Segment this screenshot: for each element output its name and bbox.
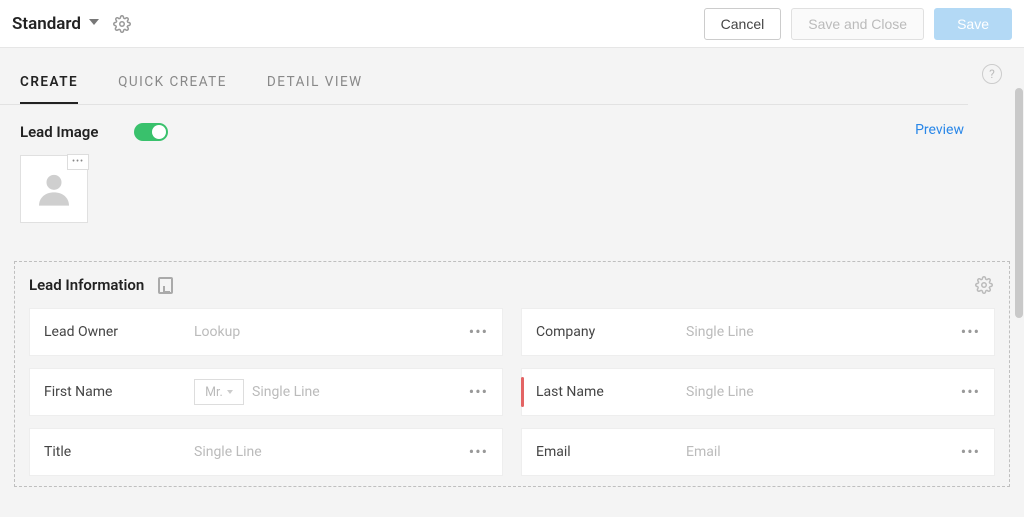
salutation-dropdown[interactable]: Mr.	[194, 379, 244, 405]
field-label: Email	[536, 444, 686, 460]
work-area: ? Create Quick Create Detail View Previe…	[0, 48, 1024, 517]
avatar-icon	[34, 169, 74, 209]
field-row[interactable]: TitleSingle Line •••	[29, 428, 503, 476]
section-title: Lead Information	[29, 276, 144, 294]
field-type: Mr. Single Line	[194, 379, 465, 405]
field-more-button[interactable]: •••	[465, 444, 492, 460]
tab-detail-view[interactable]: Detail View	[267, 74, 363, 104]
tab-quick-create[interactable]: Quick Create	[118, 74, 227, 104]
field-label: Lead Owner	[44, 324, 194, 340]
field-row[interactable]: Last NameSingle Line •••	[521, 368, 995, 416]
field-type-label: Single Line	[686, 384, 754, 400]
section-lead-information: Lead Information Lead OwnerLookup ••• Firs…	[14, 261, 1010, 487]
field-row[interactable]: Lead OwnerLookup •••	[29, 308, 503, 356]
field-type: Single Line	[686, 324, 957, 340]
help-button[interactable]: ?	[982, 64, 1002, 84]
field-column-left: Lead OwnerLookup ••• First Name Mr. Single L…	[29, 308, 503, 476]
save-and-close-button[interactable]: Save and Close	[791, 8, 924, 40]
field-label: Last Name	[536, 384, 686, 400]
lead-image-label: Lead Image	[20, 123, 98, 141]
field-row[interactable]: First Name Mr. Single Line •••	[29, 368, 503, 416]
salutation-value: Mr.	[205, 385, 223, 400]
topbar: Standard Cancel Save and Close Save	[0, 0, 1024, 48]
field-type-label: Lookup	[194, 324, 240, 340]
gear-icon	[113, 15, 131, 33]
lead-image-placeholder[interactable]: •••	[20, 155, 88, 223]
lead-image-toggle[interactable]	[134, 123, 168, 141]
field-type-label: Email	[686, 444, 721, 460]
tabs: Create Quick Create Detail View	[0, 48, 968, 105]
topbar-right: Cancel Save and Close Save	[704, 8, 1012, 40]
section-header: Lead Information	[29, 276, 995, 294]
lead-image-row: Lead Image	[0, 105, 1024, 151]
field-type-label: Single Line	[194, 444, 262, 460]
cancel-button[interactable]: Cancel	[704, 8, 782, 40]
field-label: Company	[536, 324, 686, 340]
field-more-button[interactable]: •••	[957, 444, 984, 460]
gear-icon	[975, 276, 993, 294]
field-label: Title	[44, 444, 194, 460]
field-more-button[interactable]: •••	[465, 324, 492, 340]
lead-image-more-button[interactable]: •••	[67, 154, 89, 170]
help-icon: ?	[989, 67, 995, 81]
field-more-button[interactable]: •••	[957, 324, 984, 340]
layout-selector[interactable]: Standard	[12, 14, 99, 34]
field-type: Single Line	[686, 384, 957, 400]
tab-create[interactable]: Create	[20, 74, 78, 104]
field-type: Email	[686, 444, 957, 460]
field-type: Lookup	[194, 324, 465, 340]
chevron-down-icon	[227, 390, 233, 394]
more-icon: •••	[72, 158, 84, 167]
field-type-label: Single Line	[252, 384, 320, 400]
save-button[interactable]: Save	[934, 8, 1012, 40]
layout-name: Standard	[12, 14, 81, 34]
field-column-right: CompanySingle Line•••Last NameSingle Lin…	[521, 308, 995, 476]
preview-link[interactable]: Preview	[915, 122, 964, 138]
field-row[interactable]: EmailEmail •••	[521, 428, 995, 476]
chevron-down-icon	[89, 19, 99, 29]
field-row[interactable]: CompanySingle Line •••	[521, 308, 995, 356]
field-type: Single Line	[194, 444, 465, 460]
field-grid: Lead OwnerLookup ••• First Name Mr. Single L…	[29, 308, 995, 476]
field-more-button[interactable]: •••	[465, 384, 492, 400]
settings-button[interactable]	[113, 15, 131, 33]
field-more-button[interactable]: •••	[957, 384, 984, 400]
field-type-label: Single Line	[686, 324, 754, 340]
topbar-left: Standard	[12, 14, 131, 34]
business-card-icon[interactable]	[158, 277, 173, 294]
field-label: First Name	[44, 384, 194, 400]
section-settings-button[interactable]	[975, 276, 993, 298]
scrollbar[interactable]	[1015, 88, 1023, 318]
